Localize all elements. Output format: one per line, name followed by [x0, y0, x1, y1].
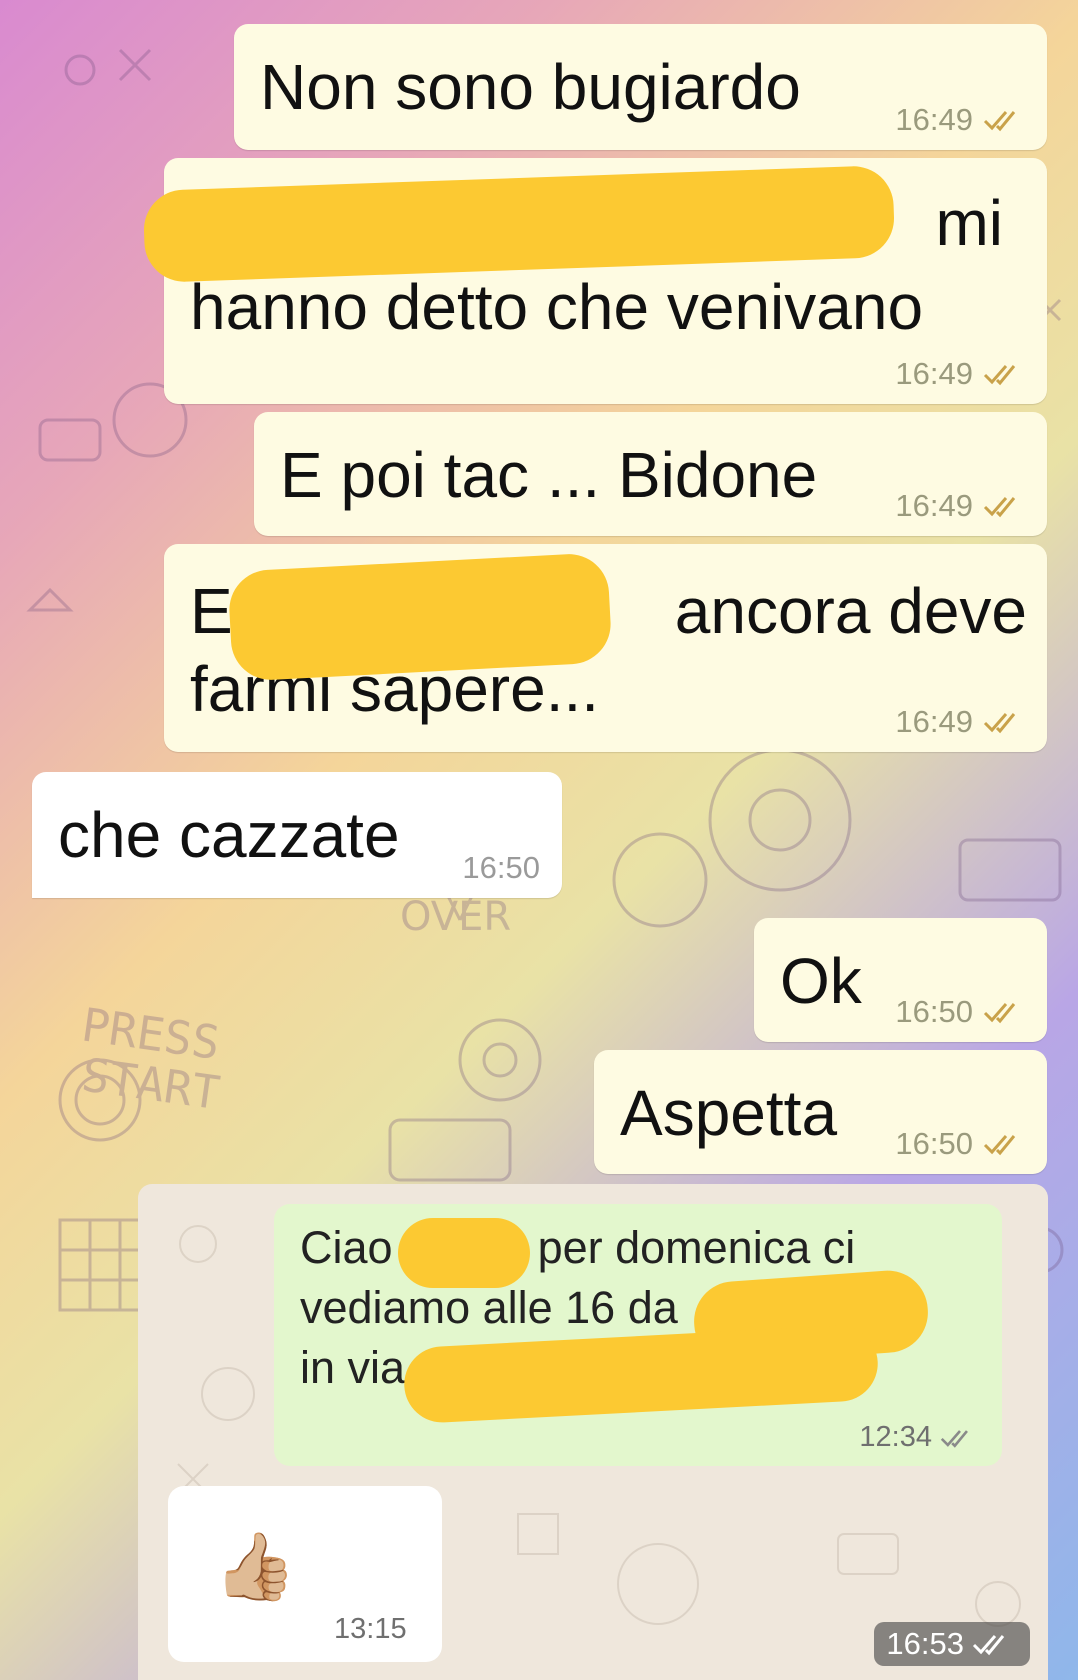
double-check-icon	[983, 365, 1016, 386]
svg-text:OVER: OVER	[400, 894, 511, 940]
double-check-icon	[983, 497, 1016, 518]
message-meta: 16:50	[895, 1126, 1029, 1162]
whatsapp-message-meta: 12:34	[859, 1421, 980, 1454]
message-meta: 16:49	[895, 102, 1029, 138]
message-meta: 16:50	[895, 994, 1029, 1030]
redaction-mark	[227, 552, 613, 682]
message-time: 16:50	[895, 1126, 973, 1161]
message-meta: 16:50	[462, 850, 540, 886]
message-line1-start: E	[190, 575, 233, 647]
image-timestamp: 16:53	[874, 1622, 1030, 1666]
message-time: 16:50	[462, 850, 540, 885]
outgoing-message[interactable]: Aspetta 16:50	[594, 1050, 1047, 1174]
double-check-icon	[983, 1003, 1016, 1024]
message-time: 16:49	[895, 102, 973, 137]
message-time: 16:49	[895, 488, 973, 523]
message-time: 16:50	[895, 994, 973, 1029]
message-meta: 16:49	[895, 488, 1029, 524]
outgoing-message[interactable]: Ok 16:50	[754, 918, 1047, 1042]
incoming-message[interactable]: che cazzate 16:50	[32, 772, 562, 898]
message-line1-visible: mi	[935, 187, 1003, 259]
thumbs-up-emoji: 👍🏼	[214, 1529, 297, 1603]
message-line1-end: ancora deve	[674, 575, 1027, 647]
message-meta: 16:49	[895, 704, 1029, 740]
double-check-icon	[940, 1429, 968, 1448]
svg-text:PRESS: PRESS	[78, 997, 223, 1070]
double-check-icon	[972, 1635, 1005, 1656]
whatsapp-message-time: 13:15	[334, 1613, 407, 1645]
outgoing-message[interactable]: Non sono bugiardo 16:49	[234, 24, 1047, 150]
shared-screenshot-image[interactable]: Ciao, per domenica ci vediamo alle 16 da…	[138, 1184, 1048, 1680]
double-check-icon	[983, 713, 1016, 734]
message-line2: hanno detto che venivano	[190, 271, 924, 343]
message-meta: 16:49	[895, 356, 1029, 392]
message-time: 16:49	[895, 704, 973, 739]
outgoing-message[interactable]: E poi tac ... Bidone 16:49	[254, 412, 1047, 536]
double-check-icon	[983, 111, 1016, 132]
double-check-icon	[983, 1135, 1016, 1156]
svg-text:START: START	[78, 1047, 223, 1120]
outgoing-message[interactable]: mi hanno detto che venivano 16:49	[142, 158, 1047, 404]
redaction-mark	[398, 1218, 530, 1288]
outgoing-message[interactable]: E ancora deve farmi sapere... 16:49	[164, 544, 1047, 752]
whatsapp-outgoing-message: Ciao, per domenica ci vediamo alle 16 da…	[274, 1204, 1002, 1466]
whatsapp-incoming-message: 👍🏼 13:15	[168, 1486, 442, 1662]
message-time: 16:49	[895, 356, 973, 391]
